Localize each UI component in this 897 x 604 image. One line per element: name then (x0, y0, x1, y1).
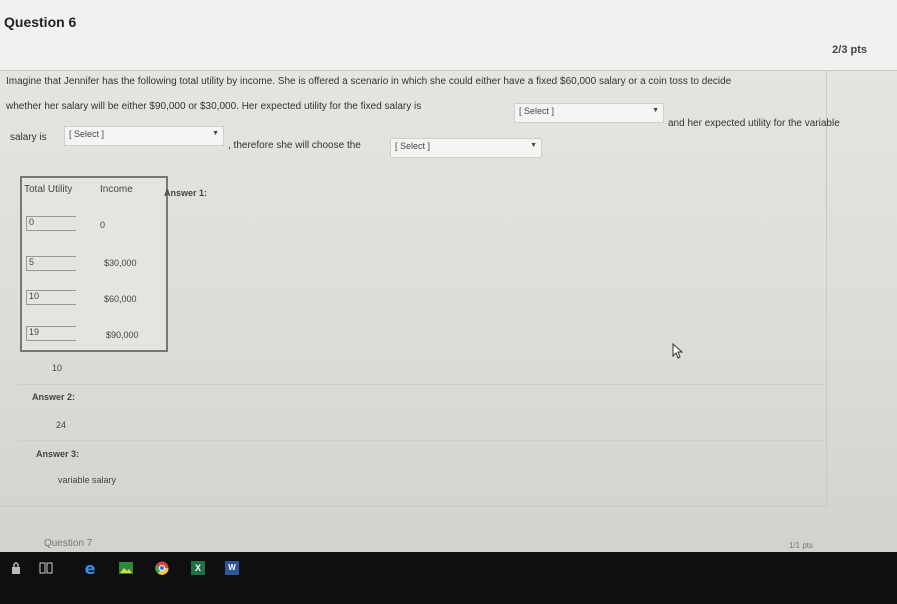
table-cell-utility: 5 (26, 256, 76, 271)
table-cell-utility: 10 (26, 290, 76, 305)
select-choice[interactable]: [ Select ] ▼ (390, 138, 542, 158)
question-text-line2: whether her salary will be either $90,00… (6, 101, 422, 112)
table-header-utility: Total Utility (24, 184, 73, 195)
utility-income-table: Total Utility Income 0 0 5 $30,000 10 $6… (20, 176, 168, 352)
select-value: [ Select ] (69, 129, 105, 139)
answer-1-label: Answer 1: (164, 188, 208, 198)
question-title: Question 6 (4, 14, 77, 30)
answer-3-value: variable salary (58, 475, 117, 485)
answer-divider (18, 440, 826, 441)
edge-icon[interactable]: e (82, 559, 98, 578)
chrome-icon[interactable] (154, 560, 170, 576)
table-cell-utility: 19 (26, 326, 76, 341)
next-question-points: 1/1 pts (788, 541, 813, 550)
excel-icon[interactable]: X (190, 560, 206, 576)
word-icon[interactable]: W (224, 560, 240, 576)
select-value: [ Select ] (395, 141, 431, 151)
answer-3-label: Answer 3: (36, 449, 80, 459)
select-fixed-salary-utility[interactable]: [ Select ] ▼ (514, 103, 664, 123)
question-header: Question 6 2/3 pts (0, 0, 897, 71)
table-cell-income: $90,000 (106, 330, 139, 340)
caret-down-icon: ▼ (212, 130, 219, 137)
answer-2-value: 24 (56, 420, 67, 430)
answer-2-label: Answer 2: (32, 392, 76, 402)
photos-icon[interactable] (118, 560, 134, 576)
table-cell-income: $60,000 (104, 294, 137, 304)
table-header-income: Income (100, 184, 133, 195)
question-text-line3-before: salary is (10, 132, 47, 143)
answer-divider (18, 384, 826, 385)
select-variable-salary-utility[interactable]: [ Select ] ▼ (64, 126, 224, 146)
next-question-title: Question 7 (44, 538, 93, 549)
question-text-line1: Imagine that Jennifer has the following … (6, 76, 732, 87)
task-view-icon[interactable] (38, 560, 54, 576)
taskbar: e X W (0, 552, 897, 604)
lock-icon[interactable] (8, 560, 24, 576)
caret-down-icon: ▼ (652, 107, 659, 114)
table-cell-income: $30,000 (104, 258, 137, 268)
select-value: [ Select ] (519, 106, 555, 116)
mouse-cursor-icon (672, 343, 684, 359)
question-points: 2/3 pts (832, 44, 867, 56)
caret-down-icon: ▼ (530, 142, 537, 149)
table-cell-income: 0 (100, 220, 106, 230)
question-text-line2-after: and her expected utility for the variabl… (668, 118, 840, 129)
table-cell-utility: 0 (26, 216, 76, 231)
answer-1-value: 10 (52, 363, 63, 373)
question-text-line3-mid: , therefore she will choose the (228, 140, 361, 151)
